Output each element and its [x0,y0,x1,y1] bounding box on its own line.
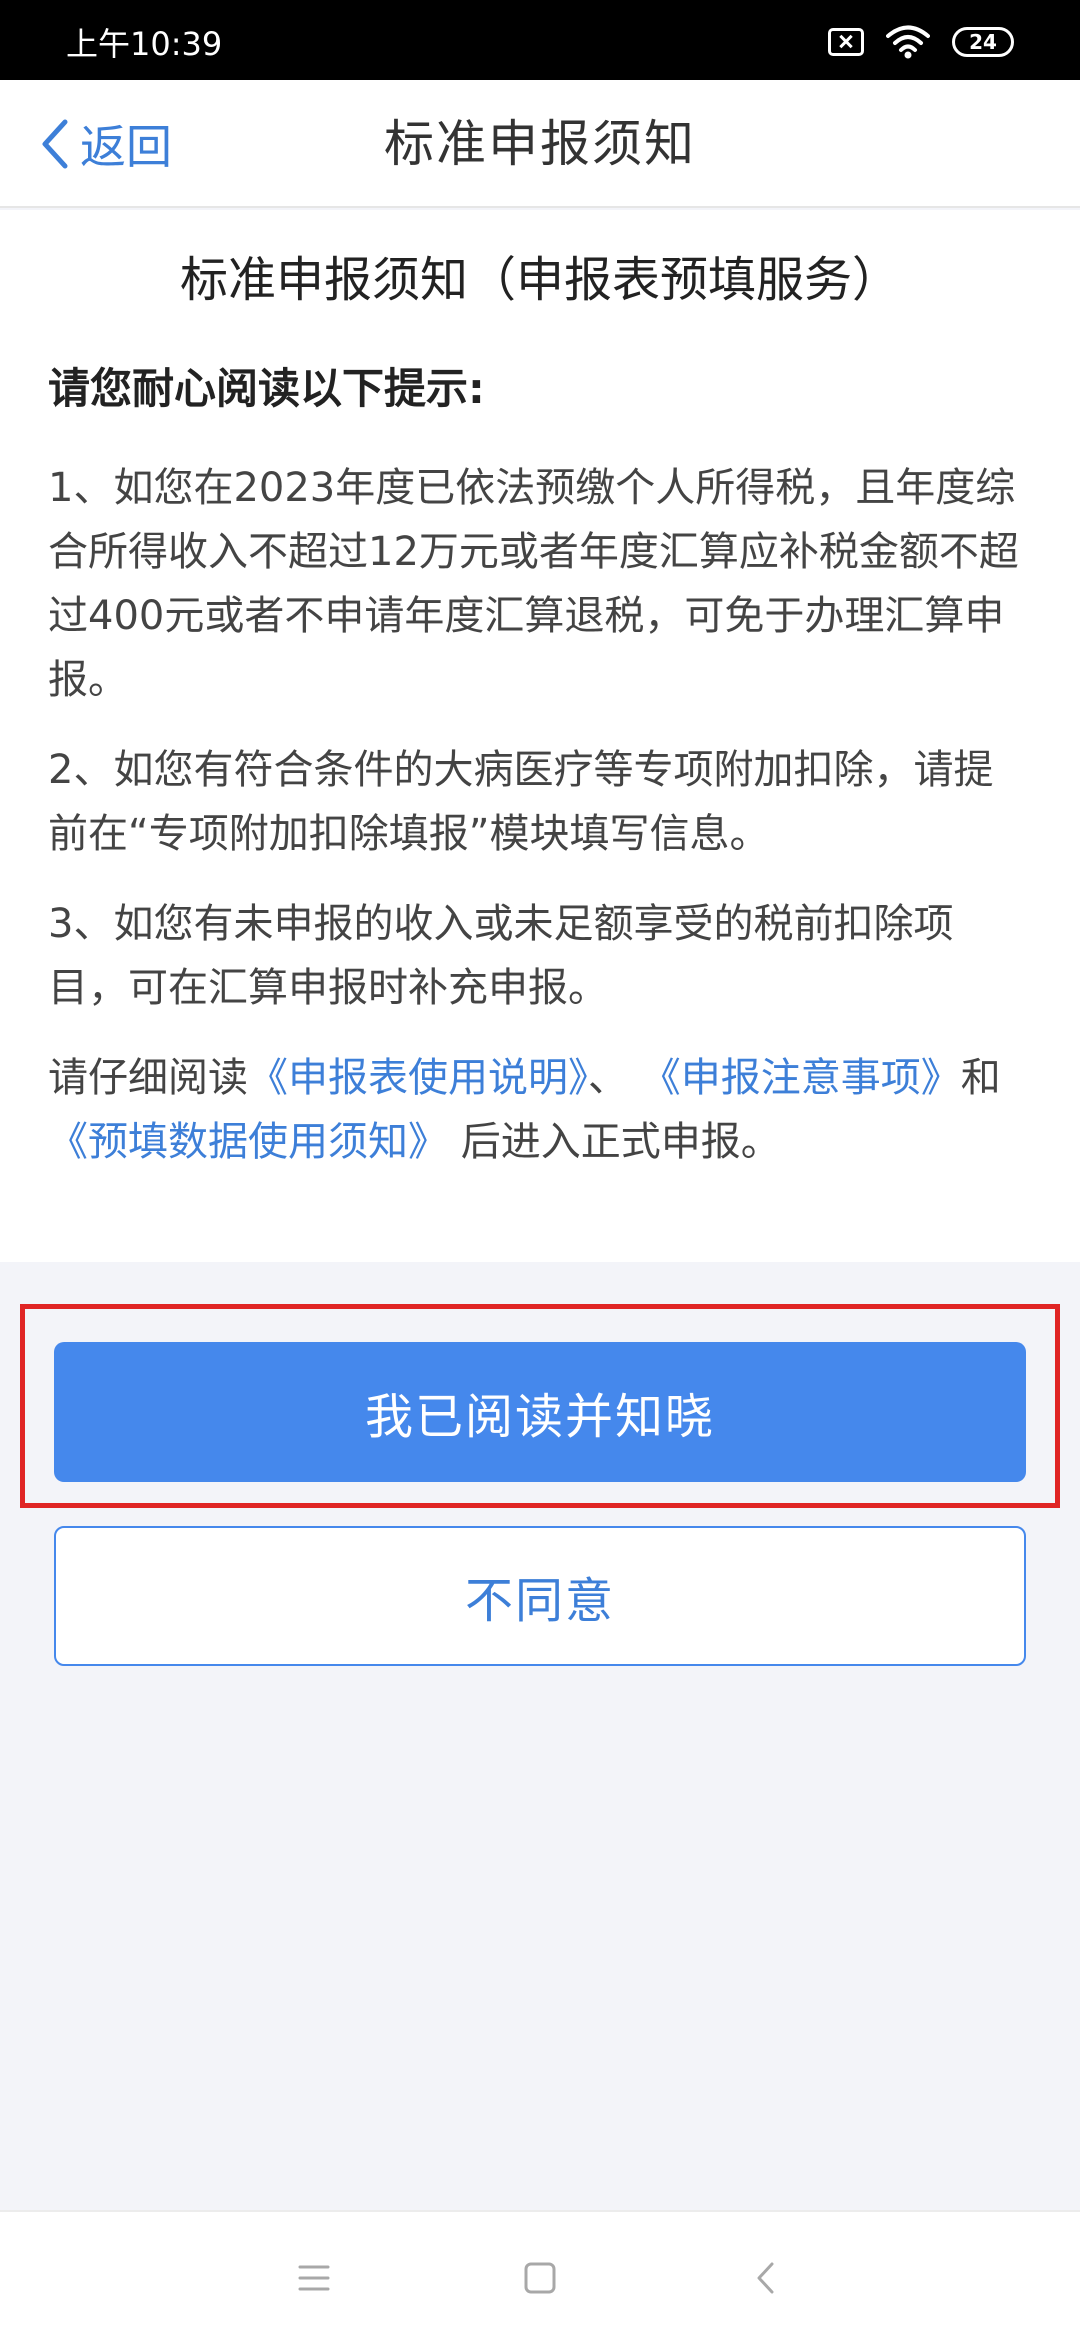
status-icons: 24 [828,24,1014,60]
reading-prefix: 请仔细阅读 [48,1055,248,1101]
link-form-instructions[interactable]: 《申报表使用说明》 [248,1055,588,1101]
reading-instruction: 请仔细阅读《申报表使用说明》、 《申报注意事项》和 《预填数据使用须知》 后进入… [48,1046,1032,1174]
menu-icon[interactable] [290,2254,338,2302]
notice-content: 标准申报须知（申报表预填服务） 请您耐心阅读以下提示: 1、如您在2023年度已… [0,210,1080,1262]
notice-item-2: 2、如您有符合条件的大病医疗等专项附加扣除，请提前在“专项附加扣除填报”模块填写… [48,747,994,857]
notice-item-3: 3、如您有未申报的收入或未足额享受的税前扣除项目，可在汇算申报时补充申报。 [48,901,954,1011]
notice-title: 标准申报须知（申报表预填服务） [179,252,900,308]
system-back-icon[interactable] [742,2254,790,2302]
nav-bar: 返回 标准申报须知 [0,80,1080,208]
reading-suffix: 后进入正式申报。 [460,1119,781,1165]
link-prefill-data-notice[interactable]: 《预填数据使用须知》 [48,1119,448,1165]
reading-sep-2: 和 [960,1055,1001,1101]
status-bar: 上午10:39 24 [0,0,1080,80]
wifi-icon [886,25,930,59]
agree-button[interactable]: 我已阅读并知晓 [54,1342,1026,1482]
system-nav-bar [0,2210,1080,2340]
page-title: 标准申报须知 [384,115,696,173]
status-time: 上午10:39 [66,25,223,63]
reading-sep-1: 、 [588,1055,628,1101]
decline-button[interactable]: 不同意 [54,1526,1026,1666]
notice-intro: 请您耐心阅读以下提示: [48,364,485,413]
notice-item-1: 1、如您在2023年度已依法预缴个人所得税，且年度综合所得收入不超过12万元或者… [48,465,1019,703]
battery-icon: 24 [952,27,1014,57]
no-sim-icon [828,28,864,56]
home-icon[interactable] [516,2254,564,2302]
link-filing-notes[interactable]: 《申报注意事项》 [641,1055,961,1101]
